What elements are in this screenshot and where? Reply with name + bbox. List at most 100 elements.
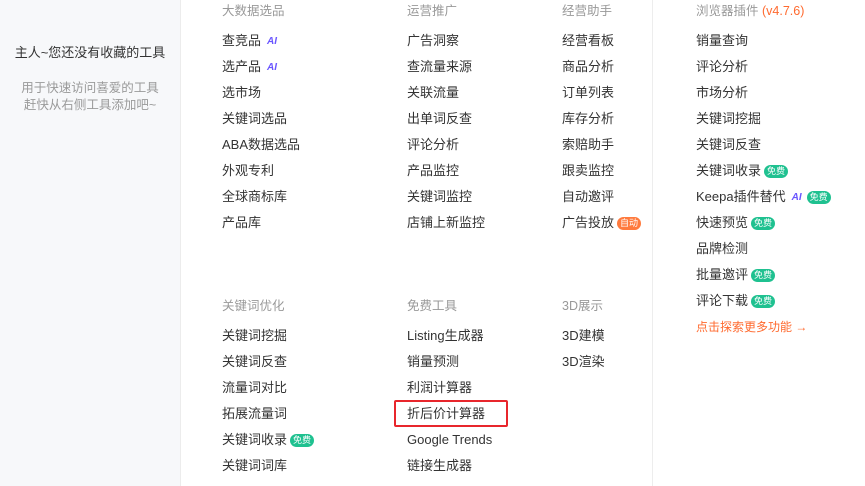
menu-item-label: 市场分析 (696, 85, 749, 100)
favorites-hint: 用于快速访问喜爱的工具 赶快从右侧工具添加吧~ (0, 80, 180, 114)
menu-item-label: 自动邀评 (562, 189, 615, 204)
menu-item-label: 全球商标库 (222, 189, 288, 204)
menu-item-promotion-4[interactable]: 评论分析 (407, 132, 485, 158)
ai-badge: AI (267, 35, 278, 47)
section-title-3d: 3D展示 (562, 299, 603, 313)
menu-item-keyword-opt-1[interactable]: 关键词反查 (222, 349, 314, 375)
menu-item-label: 订单列表 (562, 85, 615, 100)
menu-item-browser-plugin-1[interactable]: 评论分析 (696, 54, 831, 80)
menu-item-browser-plugin-5[interactable]: 关键词收录 免费 (696, 158, 831, 184)
menu-item-label: 批量邀评 (696, 267, 749, 282)
menu-item-assistant-0[interactable]: 经营看板 (562, 28, 641, 54)
menu-item-assistant-2[interactable]: 订单列表 (562, 80, 641, 106)
menu-item-label: 查竞品 (222, 33, 262, 48)
menu-item-keyword-opt-3[interactable]: 拓展流量词 (222, 401, 314, 427)
menu-item-label: 产品监控 (407, 163, 460, 178)
menu-item-label: 查流量来源 (407, 59, 473, 74)
menu-item-label: 关键词反查 (222, 354, 288, 369)
menu-item-browser-plugin-4[interactable]: 关键词反查 (696, 132, 831, 158)
menu-item-assistant-4[interactable]: 索赔助手 (562, 132, 641, 158)
menu-item-label: 品牌检测 (696, 241, 749, 256)
menu-item-browser-plugin-10[interactable]: 评论下载 免费 (696, 288, 831, 314)
menu-item-free-tools-5[interactable]: 链接生成器 (407, 453, 492, 479)
menu-item-browser-plugin-8[interactable]: 品牌检测 (696, 236, 831, 262)
menu-item-keyword-opt-2[interactable]: 流量词对比 (222, 375, 314, 401)
menu-item-label: 商品分析 (562, 59, 615, 74)
menu-item-promotion-0[interactable]: 广告洞察 (407, 28, 485, 54)
menu-item-keyword-opt-0[interactable]: 关键词挖掘 (222, 323, 314, 349)
menu-item-promotion-5[interactable]: 产品监控 (407, 158, 485, 184)
free-badge: 免费 (806, 190, 831, 204)
menu-item-free-tools-2[interactable]: 利润计算器 (407, 375, 492, 401)
menu-item-browser-plugin-2[interactable]: 市场分析 (696, 80, 831, 106)
menu-item-label: 广告洞察 (407, 33, 460, 48)
menu-item-label: 关键词挖掘 (222, 328, 288, 343)
section-title-free-tools: 免费工具 (407, 299, 458, 313)
menu-item-label: 评论下载 (696, 293, 749, 308)
menu-item-label: 销量预测 (407, 354, 460, 369)
menu-item-browser-plugin-0[interactable]: 销量查询 (696, 28, 831, 54)
menu-item-promotion-6[interactable]: 关键词监控 (407, 184, 485, 210)
menu-item-label: 关键词监控 (407, 189, 473, 204)
menu-item-big-data-4[interactable]: ABA数据选品 (222, 132, 300, 158)
ai-badge: AI (267, 61, 278, 73)
menu-item-big-data-7[interactable]: 产品库 (222, 210, 300, 236)
menu-item-label: 关联流量 (407, 85, 460, 100)
menu-item-promotion-3[interactable]: 出单词反查 (407, 106, 485, 132)
menu-item-label: 销量查询 (696, 33, 749, 48)
browser-plugin-list: 销量查询 评论分析 市场分析 关键词挖掘 关键词反查 关键词收录 免费 Keepa插件替代 AI… (696, 28, 831, 340)
menu-item-keyword-opt-4[interactable]: 关键词收录 免费 (222, 427, 315, 453)
menu-item-label: Listing生成器 (407, 328, 484, 343)
menu-item-label: Keepa插件替代 (696, 189, 786, 204)
menu-item-promotion-1[interactable]: 查流量来源 (407, 54, 485, 80)
menu-item-big-data-2[interactable]: 选市场 (222, 80, 300, 106)
section-title-big-data: 大数据选品 (222, 4, 285, 18)
menu-item-assistant-3[interactable]: 库存分析 (562, 106, 641, 132)
menu-item-browser-plugin-3[interactable]: 关键词挖掘 (696, 106, 831, 132)
menu-item-display3d-1[interactable]: 3D渲染 (562, 349, 605, 375)
menu-item-assistant-7[interactable]: 广告投放 自动 (562, 210, 642, 236)
menu-item-label: 产品库 (222, 215, 262, 230)
menu-item-browser-plugin-6[interactable]: Keepa插件替代 AI 免费 (696, 184, 831, 210)
menu-item-assistant-1[interactable]: 商品分析 (562, 54, 641, 80)
auto-badge: 自动 (617, 216, 642, 230)
menu-item-big-data-6[interactable]: 全球商标库 (222, 184, 300, 210)
menu-item-label: 关键词收录 (696, 163, 762, 178)
menu-item-free-tools-0[interactable]: Listing生成器 (407, 323, 492, 349)
menu-item-browser-plugin-9[interactable]: 批量邀评 免费 (696, 262, 831, 288)
menu-item-label: 链接生成器 (407, 458, 473, 473)
menu-item-assistant-5[interactable]: 跟卖监控 (562, 158, 641, 184)
menu-item-label: ABA数据选品 (222, 137, 301, 152)
menu-item-free-tools-1[interactable]: 销量预测 (407, 349, 492, 375)
menu-item-browser-plugin-7[interactable]: 快速预览 免费 (696, 210, 831, 236)
menu-item-label: 关键词词库 (222, 458, 288, 473)
menu-item-display3d-0[interactable]: 3D建模 (562, 323, 605, 349)
menu-item-label: 关键词收录 (222, 432, 288, 447)
menu-item-label: 外观专利 (222, 163, 275, 178)
menu-item-free-tools-4[interactable]: Google Trends (407, 427, 492, 453)
keyword-opt-list: 关键词挖掘 关键词反查 流量词对比 拓展流量词 关键词收录 免费 关键词词库 (222, 323, 315, 479)
menu-item-label: 索赔助手 (562, 137, 615, 152)
menu-item-promotion-2[interactable]: 关联流量 (407, 80, 485, 106)
menu-item-big-data-1[interactable]: 选产品 AI (222, 54, 300, 80)
free-badge: 免费 (751, 294, 776, 308)
menu-item-label: 拓展流量词 (222, 406, 288, 421)
menu-item-label: 快速预览 (696, 215, 749, 230)
favorites-hint-line2: 赶快从右侧工具添加吧~ (23, 98, 157, 112)
plugin-version: (v4.7.6) (762, 4, 805, 18)
favorites-empty-title: 主人~您还没有收藏的工具 (14, 45, 166, 60)
menu-item-label: 选市场 (222, 85, 262, 100)
section-title-keyword-opt: 关键词优化 (222, 299, 285, 313)
menu-item-promotion-7[interactable]: 店铺上新监控 (407, 210, 485, 236)
menu-item-label: 3D建模 (562, 328, 605, 343)
menu-item-big-data-0[interactable]: 查竞品 AI (222, 28, 300, 54)
menu-item-label: 评论分析 (696, 59, 749, 74)
explore-more-link[interactable]: 点击探索更多功能 → (696, 314, 831, 340)
menu-item-big-data-3[interactable]: 关键词选品 (222, 106, 300, 132)
menu-item-assistant-6[interactable]: 自动邀评 (562, 184, 641, 210)
menu-item-label: 关键词选品 (222, 111, 288, 126)
favorites-panel: 主人~您还没有收藏的工具 用于快速访问喜爱的工具 赶快从右侧工具添加吧~ (0, 0, 181, 486)
menu-item-keyword-opt-5[interactable]: 关键词词库 (222, 453, 314, 479)
free-badge: 免费 (290, 433, 315, 447)
menu-item-big-data-5[interactable]: 外观专利 (222, 158, 300, 184)
